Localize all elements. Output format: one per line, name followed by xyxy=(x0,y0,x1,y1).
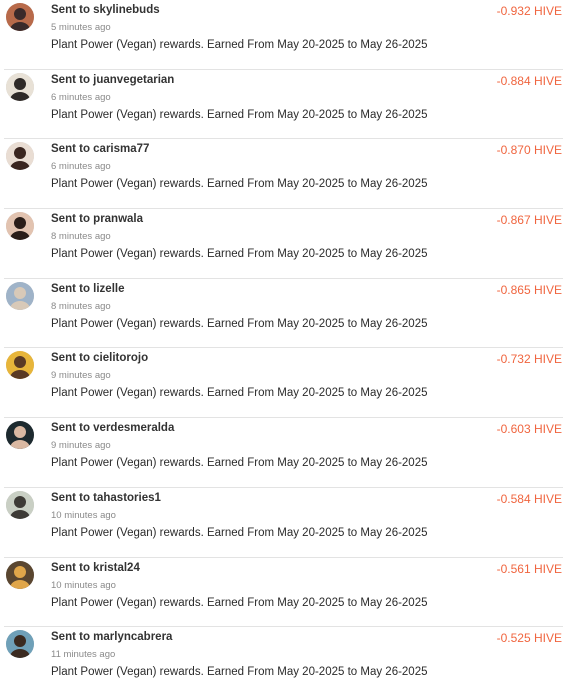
transfer-memo: Plant Power (Vegan) rewards. Earned From… xyxy=(51,666,428,679)
avatar-image xyxy=(6,281,34,310)
transfer-time: 6 minutes ago xyxy=(51,161,111,173)
avatar-icon[interactable] xyxy=(6,630,34,659)
transfer-row: Sent to tahastories1 10 minutes ago Plan… xyxy=(0,488,567,558)
transfer-memo: Plant Power (Vegan) rewards. Earned From… xyxy=(51,248,428,261)
transfer-time: 8 minutes ago xyxy=(51,231,111,243)
transfer-time: 10 minutes ago xyxy=(51,509,116,521)
transfer-time: 11 minutes ago xyxy=(51,649,116,661)
avatar-image xyxy=(6,560,34,589)
avatar-icon[interactable] xyxy=(6,351,34,380)
transfer-memo: Plant Power (Vegan) rewards. Earned From… xyxy=(51,317,428,330)
avatar-image xyxy=(6,142,34,171)
avatar-image xyxy=(6,490,34,519)
transfer-amount: -0.603 HIVE xyxy=(496,422,562,437)
transfer-memo: Plant Power (Vegan) rewards. Earned From… xyxy=(51,526,428,539)
transfer-amount: -0.932 HIVE xyxy=(496,4,562,18)
transfer-row: Sent to marlyncabrera 11 minutes ago Pla… xyxy=(0,627,567,697)
avatar-icon[interactable] xyxy=(6,212,34,241)
transfer-amount: -0.561 HIVE xyxy=(496,561,562,576)
transfer-time: 9 minutes ago xyxy=(51,440,111,452)
avatar-icon[interactable] xyxy=(6,281,34,310)
transfer-title[interactable]: Sent to skylinebuds xyxy=(51,4,160,16)
transfer-row: Sent to lizelle 8 minutes ago Plant Powe… xyxy=(0,279,567,349)
transfer-title[interactable]: Sent to juanvegetarian xyxy=(51,74,174,86)
transfer-title[interactable]: Sent to lizelle xyxy=(51,283,125,295)
transfer-amount: -0.870 HIVE xyxy=(496,143,562,158)
avatar-icon[interactable] xyxy=(6,421,34,450)
transfer-amount: -0.867 HIVE xyxy=(496,213,562,228)
avatar-image xyxy=(6,72,34,101)
transfer-row: Sent to juanvegetarian 6 minutes ago Pla… xyxy=(0,70,567,140)
transfer-memo: Plant Power (Vegan) rewards. Earned From… xyxy=(51,457,428,470)
avatar-icon[interactable] xyxy=(6,3,34,31)
avatar-image xyxy=(6,421,34,450)
transfer-time: 5 minutes ago xyxy=(51,22,111,33)
transfer-amount: -0.525 HIVE xyxy=(496,631,562,646)
transfer-amount: -0.884 HIVE xyxy=(496,73,562,88)
transfer-row: Sent to kristal24 10 minutes ago Plant P… xyxy=(0,558,567,628)
transfer-time: 10 minutes ago xyxy=(51,579,116,591)
transfer-memo: Plant Power (Vegan) rewards. Earned From… xyxy=(51,596,428,609)
transfer-title[interactable]: Sent to carisma77 xyxy=(51,143,149,155)
transfer-title[interactable]: Sent to verdesmeralda xyxy=(51,422,174,434)
transfer-memo: Plant Power (Vegan) rewards. Earned From… xyxy=(51,387,428,400)
avatar-image xyxy=(6,212,34,241)
avatar-icon[interactable] xyxy=(6,72,34,101)
avatar-image xyxy=(6,351,34,380)
transfer-title[interactable]: Sent to tahastories1 xyxy=(51,492,161,504)
transfer-amount: -0.732 HIVE xyxy=(496,352,562,367)
transfer-row: Sent to verdesmeralda 9 minutes ago Plan… xyxy=(0,418,567,488)
transfer-title[interactable]: Sent to cielitorojo xyxy=(51,352,148,364)
transfer-list: Sent to skylinebuds 5 minutes ago Plant … xyxy=(0,0,567,697)
transfer-amount: -0.584 HIVE xyxy=(496,491,562,506)
transfer-time: 8 minutes ago xyxy=(51,300,111,312)
avatar-icon[interactable] xyxy=(6,560,34,589)
avatar-icon[interactable] xyxy=(6,142,34,171)
transfer-title[interactable]: Sent to pranwala xyxy=(51,213,143,225)
avatar-icon[interactable] xyxy=(6,490,34,519)
transfer-memo: Plant Power (Vegan) rewards. Earned From… xyxy=(51,39,428,51)
transfer-row: Sent to skylinebuds 5 minutes ago Plant … xyxy=(0,0,567,70)
transfer-time: 6 minutes ago xyxy=(51,91,111,103)
transfer-title[interactable]: Sent to marlyncabrera xyxy=(51,631,172,643)
transfer-row: Sent to cielitorojo 9 minutes ago Plant … xyxy=(0,348,567,419)
avatar-image xyxy=(6,630,34,659)
avatar-image xyxy=(6,3,34,31)
transfer-title[interactable]: Sent to kristal24 xyxy=(51,562,140,574)
transfer-amount: -0.865 HIVE xyxy=(496,282,562,297)
transfer-time: 9 minutes ago xyxy=(51,370,111,382)
transfer-memo: Plant Power (Vegan) rewards. Earned From… xyxy=(51,108,428,121)
transfer-memo: Plant Power (Vegan) rewards. Earned From… xyxy=(51,178,428,191)
transfer-row: Sent to carisma77 6 minutes ago Plant Po… xyxy=(0,139,567,210)
transfer-row: Sent to pranwala 8 minutes ago Plant Pow… xyxy=(0,209,567,279)
